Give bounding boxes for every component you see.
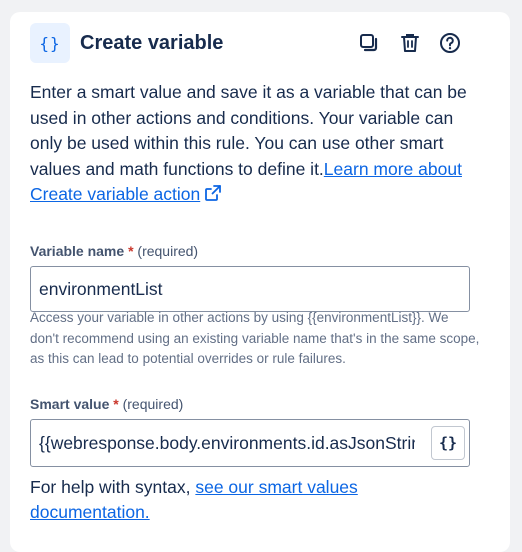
question-circle-icon [440,33,460,53]
panel-header: {} Create variable [30,23,482,63]
description: Enter a smart value and save it as a var… [30,80,482,210]
smart-value-label-text: Smart value [30,396,110,412]
copy-icon [360,34,378,52]
variable-icon-glyph: {} [39,33,61,53]
variable-name-input[interactable] [30,266,470,312]
required-text: (required) [122,396,184,412]
panel-title: Create variable [80,32,224,54]
variable-name-helper: Access your variable in other actions by… [30,310,480,366]
variable-name-label-text: Variable name [30,243,125,259]
external-link-icon[interactable] [204,184,222,210]
insert-smart-value-button[interactable]: {} [431,426,465,460]
help-button[interactable] [438,31,462,55]
required-text: (required) [137,243,199,259]
duplicate-button[interactable] [357,31,381,55]
smart-value-label: Smart value * (required) [30,395,183,413]
variable-name-label: Variable name * (required) [30,242,198,260]
syntax-help: For help with syntax, see our smart valu… [30,475,480,525]
smart-value-field: {} [30,419,470,467]
required-asterisk: * [113,396,119,412]
syntax-help-text: For help with syntax, [30,477,196,497]
trash-icon [401,34,419,52]
smart-value-input[interactable] [31,420,423,466]
variable-icon: {} [30,23,70,63]
braces-icon: {} [438,434,458,452]
required-asterisk: * [128,243,134,259]
delete-button[interactable] [398,31,422,55]
